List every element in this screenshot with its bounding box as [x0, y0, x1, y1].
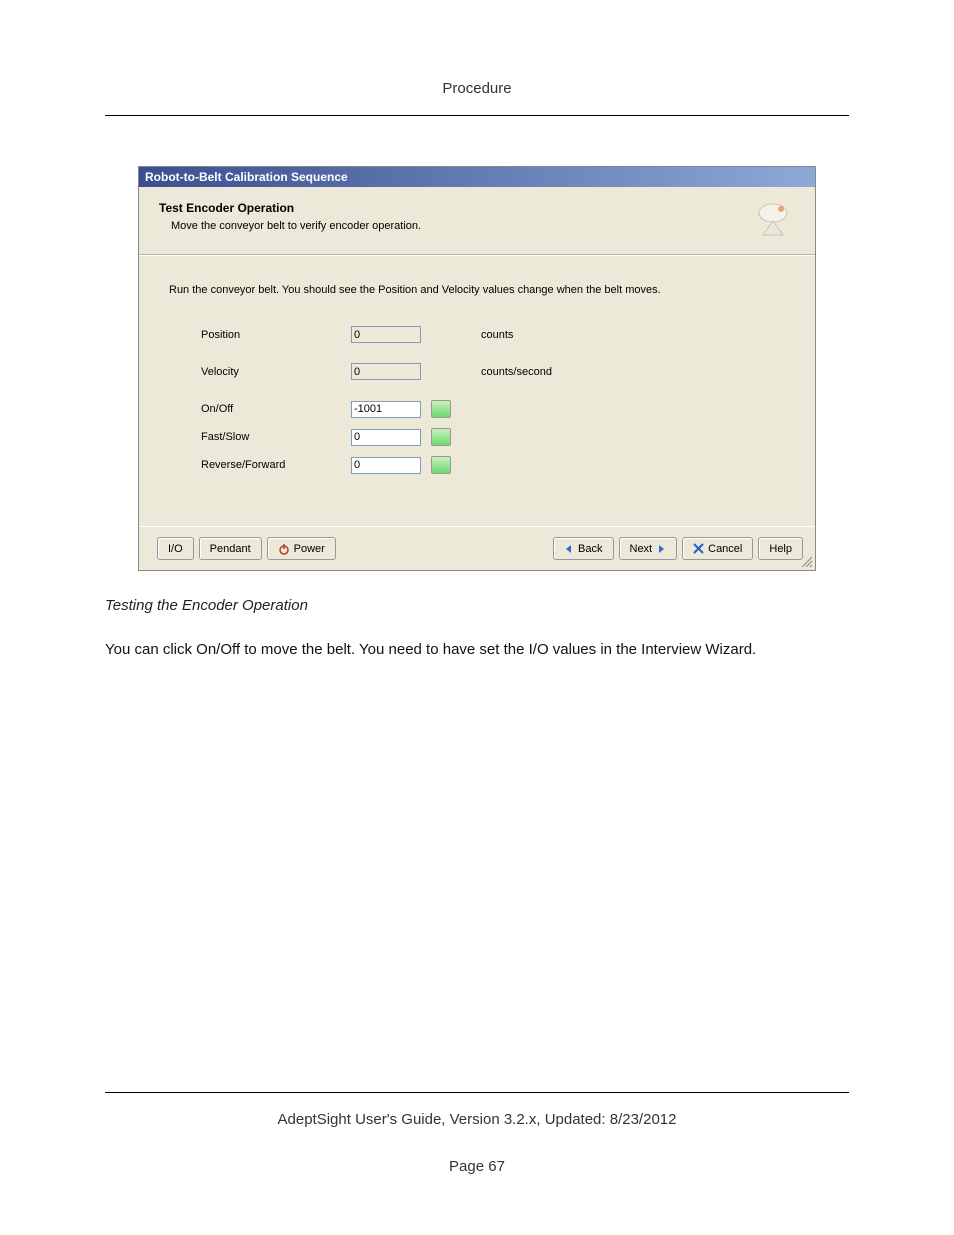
- units-position: counts: [481, 329, 513, 341]
- revfwd-field[interactable]: [351, 457, 421, 474]
- page-header: Procedure: [105, 80, 849, 97]
- units-velocity: counts/second: [481, 366, 552, 378]
- pendant-button[interactable]: Pendant: [199, 537, 262, 560]
- cancel-button-label: Cancel: [708, 543, 742, 555]
- footer-rule: [105, 1092, 849, 1093]
- io-button[interactable]: I/O: [157, 537, 194, 560]
- fastslow-toggle-button[interactable]: [431, 428, 451, 446]
- back-button-label: Back: [578, 543, 602, 555]
- arrow-left-icon: [564, 544, 574, 554]
- cancel-button[interactable]: Cancel: [682, 537, 753, 560]
- page-number: Page 67: [105, 1158, 849, 1175]
- robot-icon: [753, 199, 793, 239]
- label-revfwd: Reverse/Forward: [201, 459, 351, 471]
- body-paragraph: You can click On/Off to move the belt. Y…: [105, 638, 849, 661]
- help-button[interactable]: Help: [758, 537, 803, 560]
- calibration-dialog: Robot-to-Belt Calibration Sequence Test …: [138, 166, 816, 571]
- arrow-right-icon: [656, 544, 666, 554]
- x-icon: [693, 543, 704, 554]
- row-position: Position counts: [201, 326, 795, 343]
- label-velocity: Velocity: [201, 366, 351, 378]
- row-onoff: On/Off: [201, 400, 795, 418]
- dialog-footer: I/O Pendant Power Back Next Cancel Help: [139, 526, 815, 570]
- back-button[interactable]: Back: [553, 537, 613, 560]
- help-button-label: Help: [769, 543, 792, 555]
- fastslow-field[interactable]: [351, 429, 421, 446]
- row-fastslow: Fast/Slow: [201, 428, 795, 446]
- onoff-toggle-button[interactable]: [431, 400, 451, 418]
- next-button-label: Next: [630, 543, 653, 555]
- power-button[interactable]: Power: [267, 537, 336, 560]
- figure-caption: Testing the Encoder Operation: [105, 597, 849, 614]
- velocity-field: [351, 363, 421, 380]
- label-fastslow: Fast/Slow: [201, 431, 351, 443]
- dialog-header-panel: Test Encoder Operation Move the conveyor…: [139, 187, 815, 255]
- dialog-subheading: Move the conveyor belt to verify encoder…: [171, 220, 795, 232]
- io-button-label: I/O: [168, 543, 183, 555]
- row-velocity: Velocity counts/second: [201, 363, 795, 380]
- revfwd-toggle-button[interactable]: [431, 456, 451, 474]
- dialog-heading: Test Encoder Operation: [159, 201, 795, 215]
- dialog-titlebar: Robot-to-Belt Calibration Sequence: [139, 167, 815, 187]
- position-field: [351, 326, 421, 343]
- next-button[interactable]: Next: [619, 537, 678, 560]
- header-rule: [105, 115, 849, 116]
- onoff-field[interactable]: [351, 401, 421, 418]
- instruction-text: Run the conveyor belt. You should see th…: [169, 284, 795, 296]
- label-position: Position: [201, 329, 351, 341]
- label-onoff: On/Off: [201, 403, 351, 415]
- row-revfwd: Reverse/Forward: [201, 456, 795, 474]
- resize-grip-icon[interactable]: [799, 554, 813, 568]
- power-button-label: Power: [294, 543, 325, 555]
- power-icon: [278, 543, 290, 555]
- pendant-button-label: Pendant: [210, 543, 251, 555]
- dialog-body: Run the conveyor belt. You should see th…: [139, 255, 815, 526]
- footer-line: AdeptSight User's Guide, Version 3.2.x, …: [105, 1111, 849, 1128]
